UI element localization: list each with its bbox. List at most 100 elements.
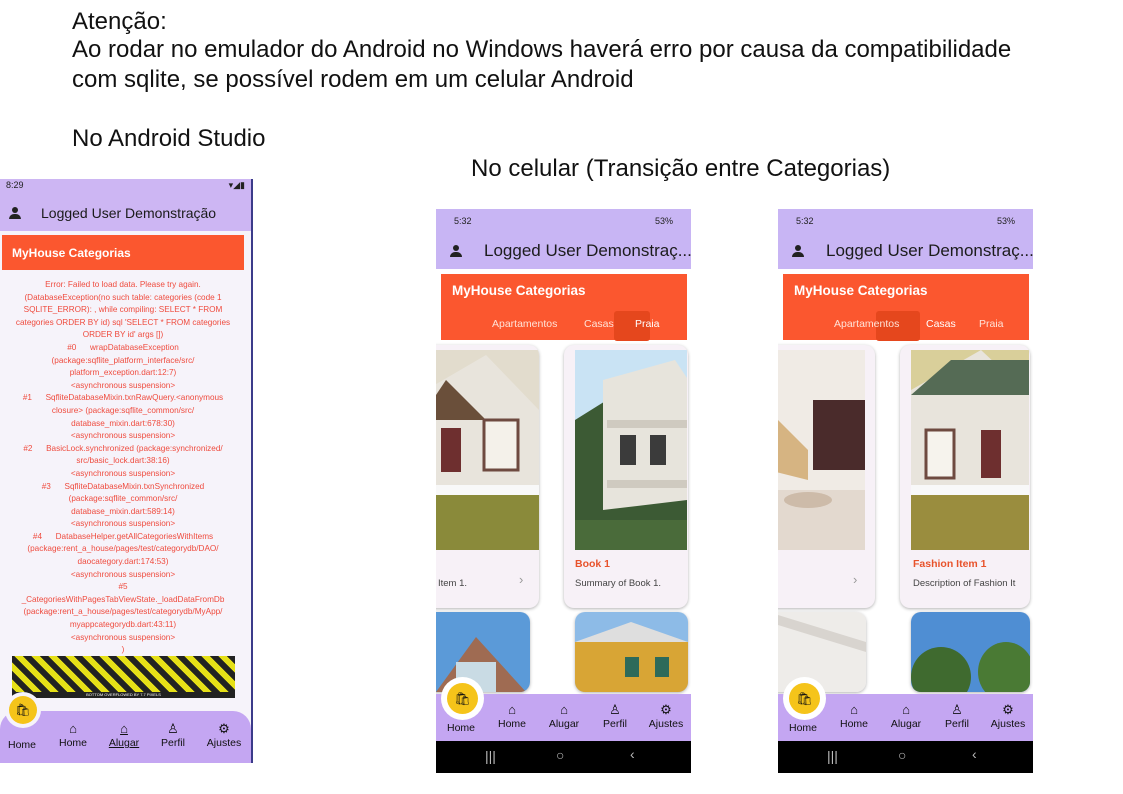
logged-user-title: Logged User Demonstraç... (826, 241, 1033, 260)
nav-home[interactable]: ⌂ Home (55, 721, 91, 749)
house-icon: ⌂ (508, 702, 516, 717)
item-card[interactable] (436, 612, 530, 692)
nav-ajustes[interactable]: ⚙ Ajustes (204, 721, 244, 749)
shopping-bag-icon: 🛍 (454, 690, 471, 706)
category-header: MyHouse Categorias (2, 235, 244, 270)
status-icons: ▾◢▮ (228, 180, 245, 190)
nav-label: Alugar (548, 718, 580, 730)
user-icon[interactable] (792, 245, 804, 257)
item-card[interactable]: Item 1. › (436, 345, 539, 608)
emulator-screen: 8:29 ▾◢▮ Logged User Demonstração MyHous… (0, 179, 253, 763)
phone-screen-1: 5:32 53% Logged User Demonstraç... MyHou… (436, 209, 691, 773)
tab-casas[interactable]: Casas (926, 318, 956, 330)
chevron-right-icon: › (853, 572, 858, 587)
house-icon: ⌂ (120, 721, 128, 736)
app-bar: Logged User Demonstraç... (778, 233, 1033, 269)
house-photo (575, 612, 688, 692)
nav-perfil[interactable]: ♙ Perfil (155, 721, 191, 749)
overflow-warning-stripes (12, 656, 235, 696)
nav-alugar[interactable]: ⌂ Alugar (886, 702, 926, 730)
home-circle-icon[interactable]: ○ (556, 747, 564, 763)
nav-label: Home (839, 718, 868, 730)
house-photo (575, 350, 687, 550)
status-time: 5:32 (796, 216, 814, 226)
app-bar: Logged User Demonstraç... (436, 233, 691, 269)
tab-casas[interactable]: Casas (584, 318, 614, 330)
card-summary: Item 1. (438, 578, 468, 589)
tab-praia[interactable]: Praia (979, 318, 1004, 330)
item-card[interactable] (778, 612, 866, 692)
nav-home[interactable]: ⌂ Home (836, 702, 872, 730)
nav-perfil[interactable]: ♙ Perfil (597, 702, 633, 730)
item-card[interactable]: › (778, 345, 875, 608)
overflow-warning-label: BOTTOM OVERFLOWED BY 7.7 PIXELS (12, 692, 235, 698)
logged-user-title: Logged User Demonstração (41, 205, 217, 221)
settings-icon: ⚙ (660, 702, 672, 717)
bottom-navigation: Home ⌂ Home ⌂ Alugar ♙ Perfil ⚙ Ajustes (0, 711, 251, 763)
nav-home[interactable]: ⌂ Home (494, 702, 530, 730)
nav-home-fab-label[interactable]: Home (4, 739, 40, 751)
person-icon: ♙ (609, 702, 621, 717)
nav-label: Perfil (161, 737, 185, 749)
tab-praia[interactable]: Praia (635, 318, 660, 330)
error-message: Error: Failed to load data. Please try a… (15, 280, 231, 655)
nav-perfil[interactable]: ♙ Perfil (939, 702, 975, 730)
chevron-right-icon: › (519, 572, 524, 587)
nav-home-fab-label[interactable]: Home (784, 722, 822, 734)
interior-photo (778, 612, 866, 692)
system-navigation: ||| ○ ‹ (778, 741, 1033, 773)
caption-phone: No celular (Transição entre Categorias) (471, 155, 891, 182)
battery-percent: 53% (654, 216, 673, 226)
house-photo (911, 350, 1029, 550)
nav-label: Ajustes (990, 718, 1026, 730)
logged-user-title: Logged User Demonstraç... (484, 241, 691, 260)
nav-label: Home (58, 737, 87, 749)
item-card[interactable]: Book 1 Summary of Book 1. (564, 345, 688, 608)
card-summary: Summary of Book 1. (575, 578, 662, 589)
battery-percent: 53% (996, 216, 1015, 226)
nav-label: Home (446, 722, 475, 734)
recent-apps-icon[interactable]: ||| (485, 748, 496, 764)
nav-ajustes[interactable]: ⚙ Ajustes (644, 702, 688, 730)
house-icon: ⌂ (69, 721, 77, 736)
card-title: Fashion Item 1 (913, 558, 987, 570)
status-bar: 5:32 53% (436, 209, 691, 233)
item-card[interactable] (575, 612, 688, 692)
note-line-2: com sqlite, se possível rodem em um celu… (72, 66, 634, 93)
settings-icon: ⚙ (1002, 702, 1014, 717)
tab-apartamentos[interactable]: Apartamentos (492, 318, 557, 330)
caption-android-studio: No Android Studio (72, 125, 266, 152)
shop-fab[interactable]: 🛍 (9, 696, 37, 724)
nav-label: Perfil (945, 718, 969, 730)
system-navigation: ||| ○ ‹ (436, 741, 691, 773)
nav-label: Home (7, 739, 36, 751)
tab-apartamentos[interactable]: Apartamentos (834, 318, 899, 330)
user-icon[interactable] (450, 245, 462, 257)
nav-ajustes[interactable]: ⚙ Ajustes (986, 702, 1030, 730)
person-icon: ♙ (951, 702, 963, 717)
category-header: MyHouse Categorias Apartamentos Casas Pr… (783, 274, 1029, 341)
note-line-1: Ao rodar no emulador do Android no Windo… (72, 36, 1012, 63)
app-bar: Logged User Demonstração (0, 195, 251, 231)
recent-apps-icon[interactable]: ||| (827, 748, 838, 764)
interior-photo (778, 350, 865, 550)
note-title: Atenção: (72, 8, 167, 35)
item-card[interactable]: Fashion Item 1 Description of Fashion It (900, 345, 1030, 608)
settings-icon: ⚙ (218, 721, 230, 736)
card-title: Book 1 (575, 558, 611, 570)
user-icon[interactable] (9, 207, 21, 219)
back-icon[interactable]: ‹ (972, 746, 977, 762)
card-summary: Description of Fashion It (913, 578, 1016, 589)
house-photo (436, 350, 539, 550)
home-circle-icon[interactable]: ○ (898, 747, 906, 763)
nav-alugar[interactable]: ⌂ Alugar (104, 721, 144, 749)
phone-screen-2: 5:32 53% Logged User Demonstraç... MyHou… (778, 209, 1033, 773)
house-photo (436, 612, 530, 692)
shopping-bag-icon: 🛍 (796, 690, 813, 706)
nav-home-fab-label[interactable]: Home (442, 722, 480, 734)
shop-fab[interactable]: 🛍 (789, 683, 820, 714)
nav-alugar[interactable]: ⌂ Alugar (544, 702, 584, 730)
item-card[interactable] (911, 612, 1030, 692)
back-icon[interactable]: ‹ (630, 746, 635, 762)
shop-fab[interactable]: 🛍 (447, 683, 478, 714)
